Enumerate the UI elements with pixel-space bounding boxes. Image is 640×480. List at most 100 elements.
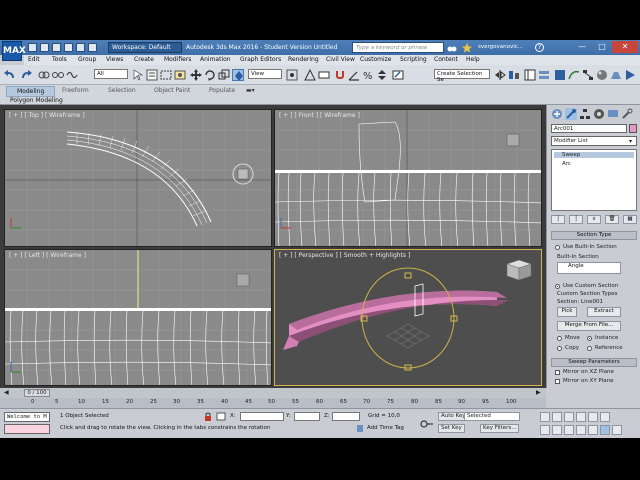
zoom-extents-icon[interactable]	[564, 425, 574, 435]
copy-radio[interactable]	[557, 346, 562, 351]
modifier-list-dropdown[interactable]: Modifier List	[551, 136, 637, 146]
modify-tab-icon[interactable]	[565, 108, 577, 120]
create-tab-icon[interactable]	[551, 108, 563, 120]
close-button[interactable]: ✕	[612, 41, 638, 53]
viewport-label-left[interactable]: [ + ] [ Left ] [ Wireframe ]	[9, 252, 86, 259]
time-tag-icon[interactable]	[356, 424, 364, 433]
tab-populate[interactable]: Populate	[209, 87, 235, 94]
menu-customize[interactable]: Customize	[360, 56, 392, 63]
stack-item-arc[interactable]: Arc	[562, 161, 571, 167]
maximize-button[interactable]: □	[592, 41, 612, 53]
tab-modeling[interactable]: Modeling	[6, 86, 56, 97]
extract-button[interactable]: Extract	[587, 307, 621, 317]
select-and-place-icon[interactable]	[232, 69, 244, 81]
tab-selection[interactable]: Selection	[108, 87, 136, 94]
time-slider[interactable]: 0 / 100 ◀ ▶	[0, 388, 546, 398]
redo-icon[interactable]	[20, 69, 32, 81]
ribbon-panel-polygon-modeling[interactable]: Polygon Modeling	[10, 97, 63, 104]
remove-modifier-button[interactable]: 🗑	[605, 215, 619, 224]
mirror-xz-checkbox[interactable]	[555, 370, 560, 375]
window-crossing-icon[interactable]	[174, 69, 186, 81]
track-bar[interactable]: 0 5 10 15 20 25 30 35 40 45 50 55 60 65 …	[0, 398, 546, 408]
next-key-icon[interactable]	[576, 412, 586, 422]
search-input[interactable]: Type a keyword or phrase	[352, 42, 444, 53]
menu-modifiers[interactable]: Modifiers	[164, 56, 191, 63]
named-selection-dropdown[interactable]: Create Selection Se	[434, 69, 490, 83]
select-manipulate-icon[interactable]	[304, 69, 316, 81]
next-frame-icon[interactable]: ▶	[536, 389, 541, 396]
menu-help[interactable]: Help	[466, 56, 480, 63]
instance-radio[interactable]	[587, 336, 592, 341]
menu-graph-editors[interactable]: Graph Editors	[240, 56, 281, 63]
graphite-toolbar-icon[interactable]	[554, 69, 566, 81]
selection-filter-dropdown[interactable]: All	[94, 69, 128, 79]
reference-radio[interactable]	[587, 346, 592, 351]
display-tab-icon[interactable]	[607, 108, 619, 120]
utilities-tab-icon[interactable]	[621, 108, 633, 120]
select-by-name-icon[interactable]	[146, 69, 158, 81]
section-type-rollout[interactable]: Section Type	[551, 231, 637, 240]
menu-civil-view[interactable]: Civil View	[326, 56, 355, 63]
user-account[interactable]: svergovanovic...	[478, 44, 523, 50]
y-coordinate-field[interactable]	[294, 412, 320, 421]
application-menu-button[interactable]: MAX	[2, 41, 26, 61]
z-coordinate-field[interactable]	[332, 412, 360, 421]
key-mode-toggle-icon[interactable]	[600, 412, 610, 422]
open-file-icon[interactable]	[40, 43, 49, 52]
percent-snap-icon[interactable]: %	[362, 69, 374, 81]
previous-key-icon[interactable]	[552, 412, 562, 422]
viewport-front[interactable]: [ + ] [ Front ] [ Wireframe ]	[274, 109, 542, 247]
snaps-toggle-icon[interactable]	[334, 69, 346, 81]
object-name-field[interactable]: Arc001	[551, 124, 627, 133]
builtin-section-dropdown[interactable]: Angle	[557, 262, 621, 274]
absolute-mode-icon[interactable]	[216, 412, 226, 421]
use-builtin-section-radio[interactable]	[555, 245, 560, 250]
rectangular-selection-icon[interactable]	[160, 69, 172, 81]
configure-modifier-sets-button[interactable]: ▦	[623, 215, 637, 224]
minimize-button[interactable]: —	[572, 41, 592, 53]
field-of-view-icon[interactable]	[576, 425, 586, 435]
spinner-snap-icon[interactable]	[376, 69, 388, 81]
viewport-perspective[interactable]: [ + ] [ Perspective ] [ Smooth + Highlig…	[274, 249, 542, 386]
undo-icon[interactable]	[4, 69, 16, 81]
viewport-left[interactable]: [ + ] [ Left ] [ Wireframe ]	[4, 249, 272, 386]
frame-counter[interactable]: 0 / 100	[24, 389, 50, 397]
hierarchy-tab-icon[interactable]	[579, 108, 591, 120]
bind-space-warp-icon[interactable]	[66, 69, 78, 81]
curve-editor-icon[interactable]	[568, 69, 580, 81]
undo-icon[interactable]	[64, 43, 73, 52]
redo-icon[interactable]	[76, 43, 85, 52]
menu-rendering[interactable]: Rendering	[288, 56, 319, 63]
go-to-start-icon[interactable]	[540, 412, 550, 422]
mirror-icon[interactable]	[494, 69, 506, 81]
key-icon[interactable]	[420, 419, 434, 429]
pivot-center-icon[interactable]	[286, 69, 298, 81]
menu-create[interactable]: Create	[134, 56, 154, 63]
workspace-dropdown[interactable]: Workspace: Default	[108, 42, 182, 53]
render-setup-icon[interactable]	[610, 69, 622, 81]
key-mode-dropdown[interactable]: Selected	[464, 412, 520, 421]
render-production-icon[interactable]	[624, 69, 636, 81]
menu-group[interactable]: Group	[78, 56, 96, 63]
menu-edit[interactable]: Edit	[28, 56, 40, 63]
menu-animation[interactable]: Animation	[200, 56, 231, 63]
material-editor-icon[interactable]	[596, 69, 608, 81]
zoom-all-icon[interactable]	[552, 425, 562, 435]
save-file-icon[interactable]	[52, 43, 61, 52]
add-time-tag[interactable]: Add Time Tag	[367, 425, 404, 431]
menu-tools[interactable]: Tools	[52, 56, 67, 63]
menu-scripting[interactable]: Scripting	[400, 56, 427, 63]
select-object-icon[interactable]	[132, 69, 144, 81]
menu-content[interactable]: Content	[434, 56, 458, 63]
key-filters-button[interactable]: Key Filters...	[480, 424, 520, 433]
show-end-result-button[interactable]: │	[569, 215, 583, 224]
lock-icon[interactable]	[204, 412, 212, 421]
pan-view-icon[interactable]	[588, 425, 598, 435]
previous-frame-icon[interactable]: ◀	[4, 389, 9, 396]
align-icon[interactable]	[508, 69, 520, 81]
viewport-top[interactable]: [ + ] [ Top ] [ Wireframe ]	[4, 109, 272, 247]
edit-named-selection-icon[interactable]	[392, 69, 404, 81]
help-icon[interactable]: ?	[535, 43, 544, 52]
tab-freeform[interactable]: Freeform	[62, 87, 89, 94]
maxscript-listener[interactable]: Welcome to M	[4, 412, 50, 422]
